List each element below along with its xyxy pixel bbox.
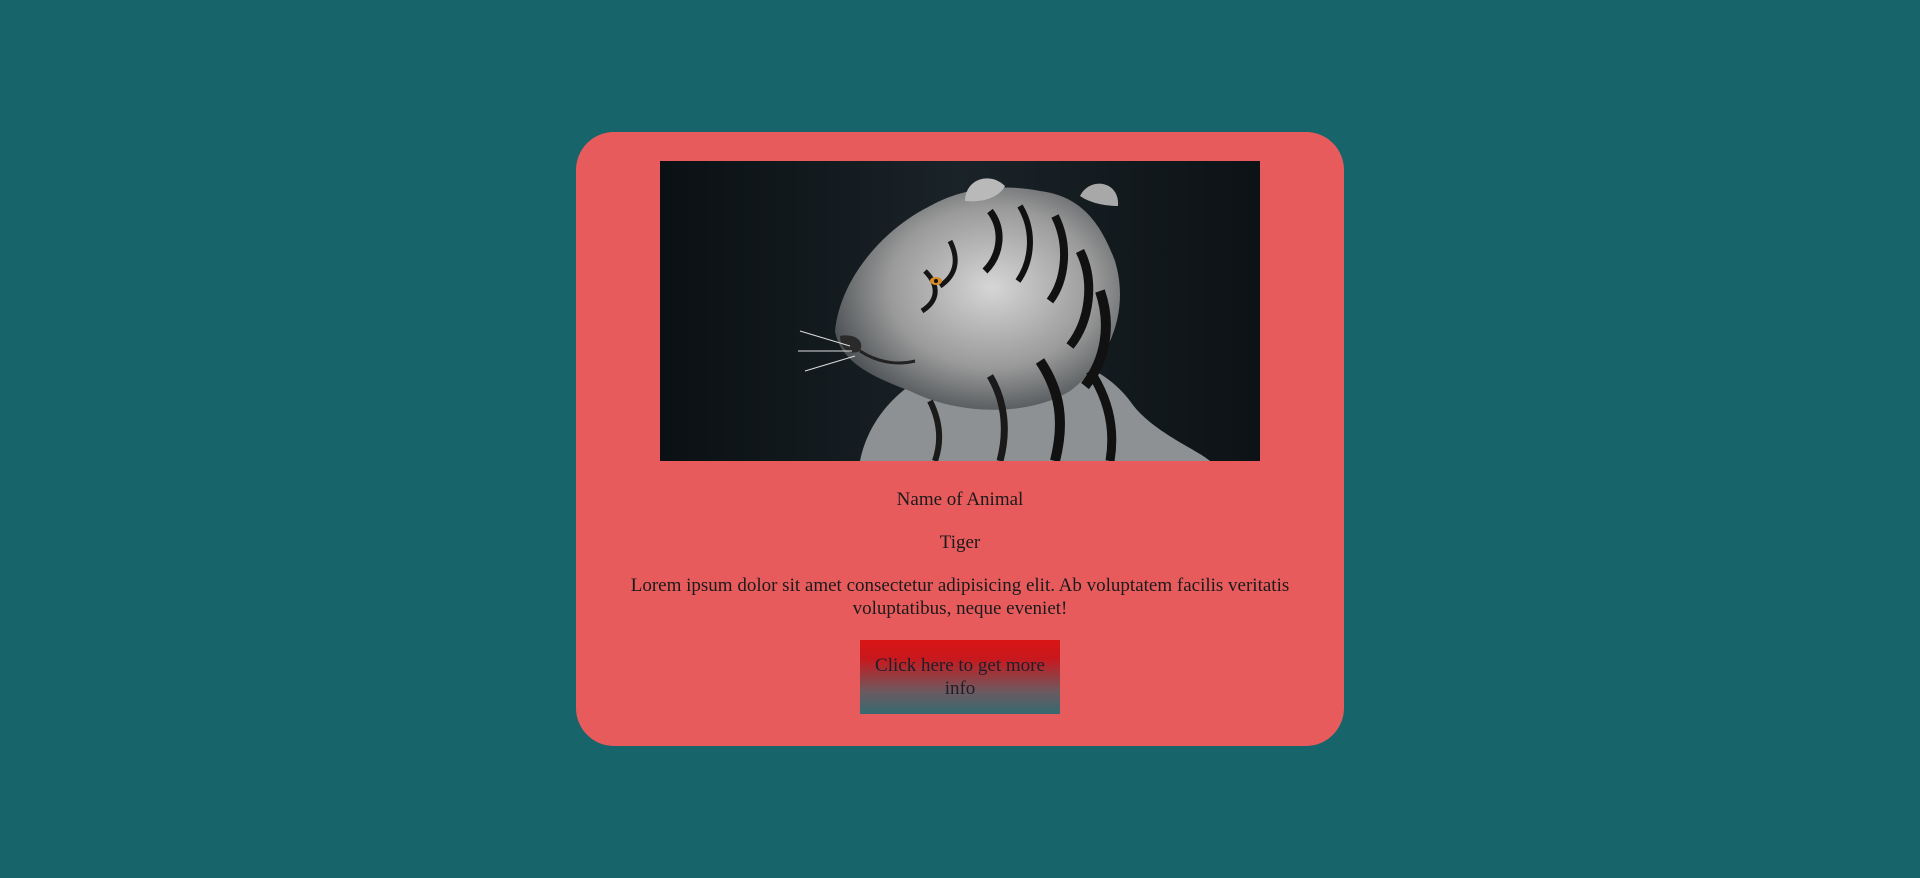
tiger-photo (660, 161, 1260, 461)
tiger-photo-graphic (660, 161, 1260, 461)
name-label: Name of Animal (896, 489, 1024, 510)
more-info-button[interactable]: Click here to get more info (860, 640, 1060, 714)
animal-description: Lorem ipsum dolor sit amet consectetur a… (630, 575, 1290, 619)
animal-card: Name of Animal Tiger Lorem ipsum dolor s… (576, 132, 1344, 746)
animal-name: Tiger (939, 532, 981, 553)
